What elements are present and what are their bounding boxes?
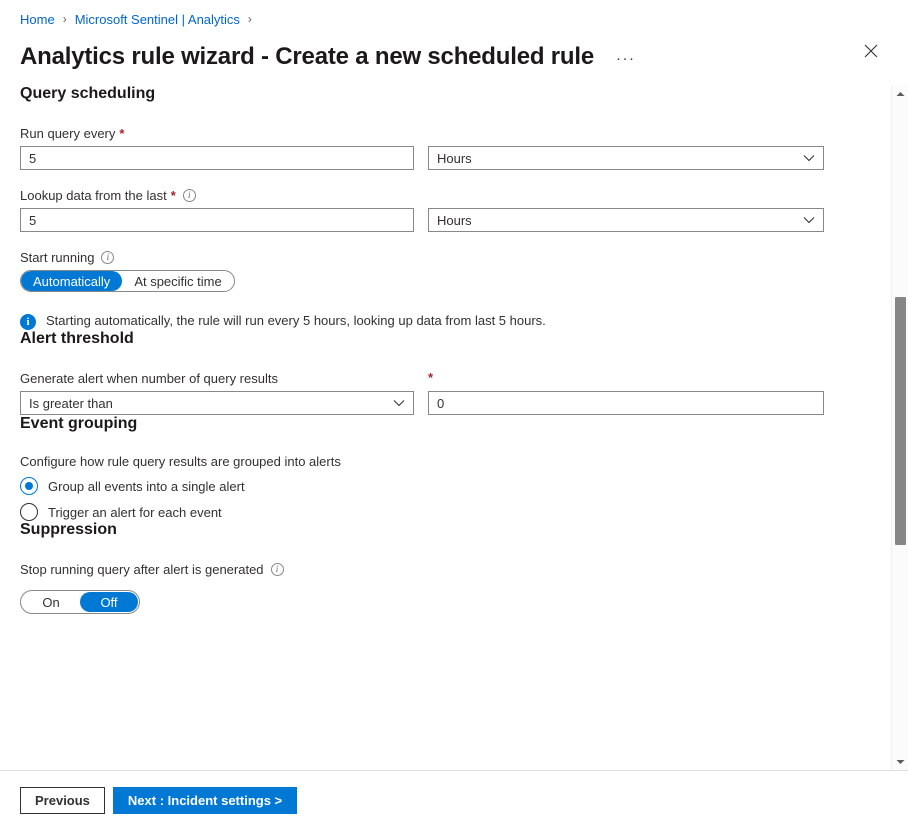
alert-threshold-controls-row: Is greater than (20, 391, 888, 415)
start-running-option-at-specific-time[interactable]: At specific time (122, 271, 233, 291)
alert-threshold-labels-row: Generate alert when number of query resu… (20, 371, 888, 391)
field-suppression: Stop running query after alert is genera… (20, 562, 888, 614)
breadcrumb-item-home[interactable]: Home (20, 12, 55, 27)
label-stop-running-query: Stop running query after alert is genera… (20, 562, 888, 577)
breadcrumb-separator: › (248, 12, 252, 26)
radio-label: Trigger an alert for each event (48, 505, 222, 520)
start-running-option-automatically[interactable]: Automatically (21, 271, 122, 291)
section-heading-event-grouping: Event grouping (20, 415, 888, 433)
alert-threshold-operator-dropdown[interactable]: Is greater than (20, 391, 414, 415)
field-run-query-every: Run query every * Hours (20, 126, 888, 170)
suppression-toggle-off[interactable]: Off (80, 592, 138, 612)
section-heading-alert-threshold: Alert threshold (20, 330, 888, 348)
scheduling-info-text: Starting automatically, the rule will ru… (46, 313, 546, 329)
scrollbar-thumb[interactable] (895, 297, 906, 545)
vertical-scrollbar[interactable] (891, 85, 908, 770)
wizard-footer: Previous Next : Incident settings > (0, 770, 908, 833)
label-text: Generate alert when number of query resu… (20, 371, 278, 386)
label-text: Lookup data from the last (20, 188, 167, 203)
run-query-every-unit-dropdown[interactable]: Hours (428, 146, 824, 170)
required-asterisk: * (171, 189, 176, 202)
run-query-every-unit-value[interactable]: Hours (428, 146, 824, 170)
event-grouping-description: Configure how rule query results are gro… (20, 454, 888, 469)
info-icon[interactable]: i (101, 251, 114, 264)
radio-icon-selected[interactable] (20, 477, 38, 495)
event-grouping-option-each-event[interactable]: Trigger an alert for each event (20, 503, 888, 521)
more-options-icon[interactable]: ··· (610, 50, 642, 68)
title-row: Analytics rule wizard - Create a new sch… (20, 40, 888, 74)
breadcrumb-separator: › (63, 12, 67, 26)
label-generate-alert: Generate alert when number of query resu… (20, 371, 414, 386)
info-icon: i (20, 314, 36, 330)
label-run-query-every: Run query every * (20, 126, 888, 141)
run-query-every-row: Hours (20, 146, 888, 170)
label-lookup-data: Lookup data from the last * i (20, 188, 888, 203)
suppression-toggle-on[interactable]: On (22, 592, 80, 612)
label-start-running: Start running i (20, 250, 888, 265)
previous-button[interactable]: Previous (20, 787, 105, 814)
label-text: Stop running query after alert is genera… (20, 562, 264, 577)
label-threshold-value: * (428, 371, 824, 384)
close-icon[interactable] (858, 38, 884, 64)
label-text: Start running (20, 250, 94, 265)
breadcrumb-item-sentinel-analytics[interactable]: Microsoft Sentinel | Analytics (75, 12, 240, 27)
lookup-data-unit-dropdown[interactable]: Hours (428, 208, 824, 232)
lookup-data-unit-value[interactable]: Hours (428, 208, 824, 232)
wizard-content-scroll-region[interactable]: Query scheduling Run query every * Hours (0, 85, 908, 770)
radio-label: Group all events into a single alert (48, 479, 245, 494)
info-icon[interactable]: i (271, 563, 284, 576)
lookup-data-row: Hours (20, 208, 888, 232)
scroll-up-arrow-icon[interactable] (892, 85, 908, 102)
scheduling-info-banner: i Starting automatically, the rule will … (20, 313, 888, 330)
field-lookup-data: Lookup data from the last * i Hours (20, 188, 888, 232)
required-asterisk: * (428, 371, 433, 384)
lookup-data-input[interactable] (20, 208, 414, 232)
suppression-toggle[interactable]: On Off (20, 590, 140, 614)
scroll-down-arrow-icon[interactable] (892, 753, 908, 770)
next-incident-settings-button[interactable]: Next : Incident settings > (113, 787, 297, 814)
alert-threshold-value-input[interactable] (428, 391, 824, 415)
start-running-choice-group[interactable]: Automatically At specific time (20, 270, 235, 292)
breadcrumb: Home › Microsoft Sentinel | Analytics › (20, 10, 888, 28)
info-icon[interactable]: i (183, 189, 196, 202)
required-asterisk: * (119, 127, 124, 140)
label-text: Run query every (20, 126, 115, 141)
field-alert-threshold: Generate alert when number of query resu… (20, 371, 888, 415)
page-title: Analytics rule wizard - Create a new sch… (20, 43, 594, 71)
radio-icon-unselected[interactable] (20, 503, 38, 521)
event-grouping-option-single-alert[interactable]: Group all events into a single alert (20, 477, 888, 495)
section-heading-query-scheduling: Query scheduling (20, 85, 888, 103)
alert-threshold-operator-value[interactable]: Is greater than (20, 391, 414, 415)
run-query-every-input[interactable] (20, 146, 414, 170)
field-start-running: Start running i Automatically At specifi… (20, 250, 888, 292)
section-heading-suppression: Suppression (20, 521, 888, 539)
blade-header: Home › Microsoft Sentinel | Analytics › … (0, 0, 908, 74)
